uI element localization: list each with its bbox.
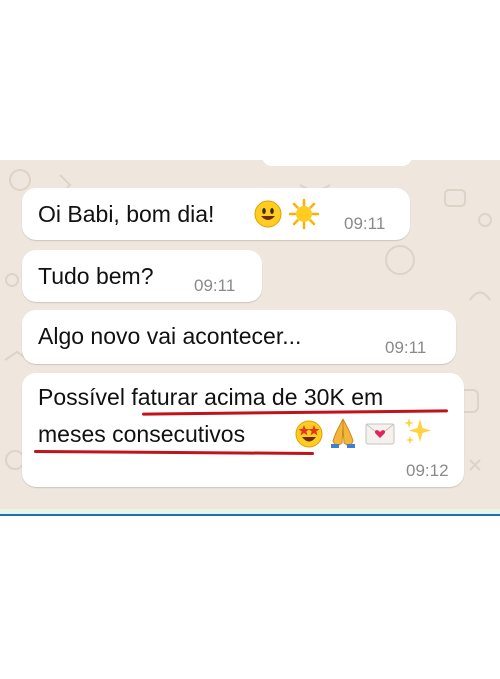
message-text: Oi Babi, bom dia! [38,201,215,227]
message-text: Algo novo vai acontecer... [38,323,302,349]
previous-message-bubble [262,160,412,166]
message-text-line-2: meses consecutivos [38,421,246,447]
bottom-edge-line [0,514,500,516]
message-time: 09:11 [385,338,427,357]
message-text-line-1: Possível faturar acima de 30K em [38,384,384,410]
chat-area: Oi Babi, bom dia! 09:11 Tudo bem? 09:11 … [0,160,500,516]
message-bubble[interactable]: Algo novo vai acontecer... 09:11 [22,310,456,364]
sun-icon [288,198,320,230]
smiling-face-icon [254,200,282,228]
love-letter-icon [365,423,395,445]
message-time: 09:12 [406,461,449,480]
sparkles-icon [404,418,431,444]
folded-hands-icon [331,418,355,448]
message-time: 09:11 [194,276,236,295]
message-bubble[interactable]: Oi Babi, bom dia! 09:11 [22,188,410,240]
message-time: 09:11 [344,214,386,233]
red-underline-mark [33,450,315,455]
message-text: Tudo bem? [38,263,154,289]
message-bubble[interactable]: Tudo bem? 09:11 [22,250,262,302]
message-bubble[interactable]: Possível faturar acima de 30K em meses c… [22,373,464,487]
star-struck-icon [295,420,323,448]
